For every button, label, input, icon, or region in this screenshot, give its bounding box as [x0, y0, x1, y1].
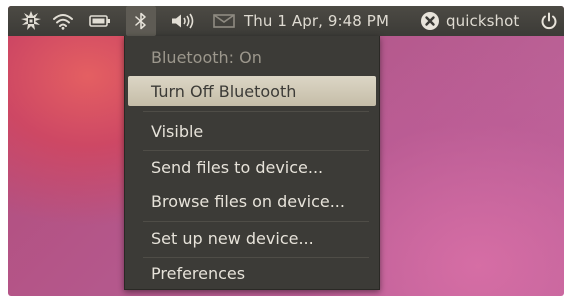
menu-separator [143, 150, 369, 151]
bluetooth-menu: Bluetooth: On Turn Off Bluetooth Visible… [124, 36, 380, 290]
battery-icon[interactable] [86, 6, 114, 36]
power-icon[interactable] [538, 6, 560, 36]
user-status-icon[interactable] [418, 6, 442, 36]
mail-icon[interactable] [210, 6, 238, 36]
turn-off-bluetooth-item[interactable]: Turn Off Bluetooth [128, 76, 376, 106]
send-files-item[interactable]: Send files to device... [128, 152, 376, 182]
bluetooth-status-label: Bluetooth: On [151, 47, 262, 67]
desktop: Thu 1 Apr, 9:48 PM quickshot Bluetooth: … [8, 6, 564, 296]
setup-new-device-item[interactable]: Set up new device... [128, 223, 376, 253]
preferences-item[interactable]: Preferences [128, 258, 376, 288]
browse-files-item[interactable]: Browse files on device... [128, 186, 376, 216]
menu-separator [143, 221, 369, 222]
visible-item[interactable]: Visible [128, 116, 376, 146]
network-activity-icon[interactable] [18, 6, 44, 36]
volume-icon[interactable] [168, 6, 198, 36]
bluetooth-icon[interactable] [126, 6, 156, 36]
username[interactable]: quickshot [446, 6, 530, 36]
top-panel: Thu 1 Apr, 9:48 PM quickshot [8, 6, 564, 36]
clock[interactable]: Thu 1 Apr, 9:48 PM [244, 6, 412, 36]
wifi-icon[interactable] [50, 6, 76, 36]
menu-separator [143, 111, 369, 112]
